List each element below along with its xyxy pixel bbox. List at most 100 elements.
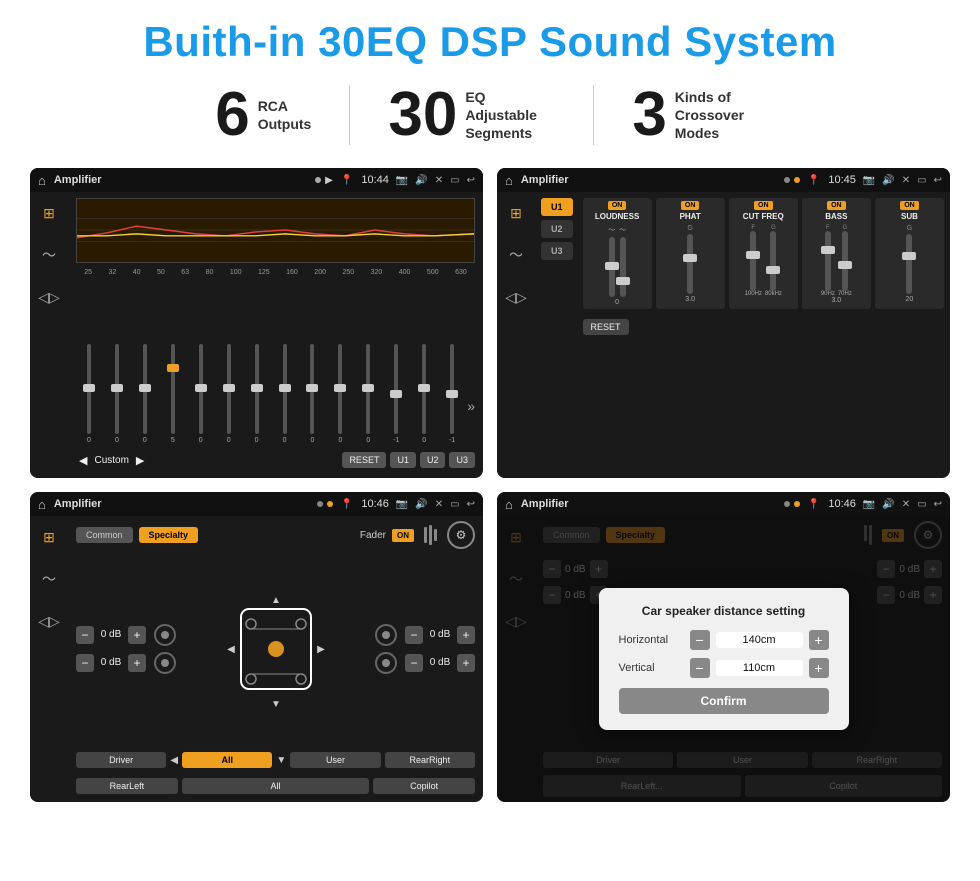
slider-9-value: 0 bbox=[311, 437, 315, 444]
db1-minus-button[interactable]: − bbox=[76, 626, 94, 644]
slider-9-thumb[interactable] bbox=[306, 384, 318, 392]
db1-plus-button[interactable]: + bbox=[128, 626, 146, 644]
eq-prev-button[interactable]: ◀ bbox=[76, 451, 90, 470]
cutfreq-slider2[interactable] bbox=[770, 231, 776, 291]
horizontal-plus-button[interactable]: + bbox=[809, 630, 829, 650]
fader-main-content: Common Specialty Fader ON ⚙ bbox=[68, 516, 483, 802]
slider-7-thumb[interactable] bbox=[251, 384, 263, 392]
slider-14-thumb[interactable] bbox=[446, 390, 458, 398]
bass-thumb1[interactable] bbox=[821, 246, 835, 254]
u2-button[interactable]: U2 bbox=[541, 220, 573, 238]
loudness-thumb2[interactable] bbox=[616, 277, 630, 285]
freq-63: 63 bbox=[181, 269, 189, 276]
db3-plus-button[interactable]: + bbox=[457, 626, 475, 644]
eq-more-button[interactable]: » bbox=[467, 398, 475, 444]
slider-14-track[interactable] bbox=[450, 344, 454, 434]
home-icon-2: ⌂ bbox=[505, 173, 513, 188]
slider-2-thumb[interactable] bbox=[111, 384, 123, 392]
slider-1-thumb[interactable] bbox=[83, 384, 95, 392]
db2-minus-button[interactable]: − bbox=[76, 654, 94, 672]
sidebar-speaker-icon-3[interactable]: ◁▷ bbox=[36, 608, 62, 634]
slider-7: 0 bbox=[244, 344, 270, 444]
cutfreq-thumb1[interactable] bbox=[746, 251, 760, 259]
eq-reset-button[interactable]: RESET bbox=[342, 452, 386, 468]
loudness-slider2[interactable] bbox=[620, 237, 626, 297]
slider-11-thumb[interactable] bbox=[362, 384, 374, 392]
slider-10-thumb[interactable] bbox=[334, 384, 346, 392]
cutfreq-slider1[interactable] bbox=[750, 231, 756, 291]
slider-8-track[interactable] bbox=[283, 344, 287, 434]
slider-10-value: 0 bbox=[338, 437, 342, 444]
driver-button[interactable]: Driver bbox=[76, 752, 166, 768]
speaker-icon-4 bbox=[375, 652, 397, 674]
loudness-slider[interactable] bbox=[609, 237, 615, 297]
copilot-button[interactable]: Copilot bbox=[373, 778, 475, 794]
crossover-screen-content: ⊞ 〜 ◁▷ U1 U2 U3 bbox=[497, 192, 950, 478]
eq-next-button[interactable]: ▶ bbox=[133, 451, 147, 470]
sidebar-speaker-icon[interactable]: ◁▷ bbox=[36, 284, 62, 310]
confirm-button[interactable]: Confirm bbox=[619, 688, 829, 714]
bass-thumb2[interactable] bbox=[838, 261, 852, 269]
vertical-minus-button[interactable]: − bbox=[690, 658, 710, 678]
phat-thumb[interactable] bbox=[683, 254, 697, 262]
all-bottom-button[interactable]: All bbox=[182, 778, 370, 794]
db1-value: 0 dB bbox=[98, 629, 124, 640]
phat-slider[interactable] bbox=[687, 234, 693, 294]
camera-icon: 📷 bbox=[396, 175, 408, 186]
sub-slider[interactable] bbox=[906, 234, 912, 294]
slider-2-track[interactable] bbox=[115, 344, 119, 434]
slider-8-thumb[interactable] bbox=[279, 384, 291, 392]
slider-12-track[interactable] bbox=[394, 344, 398, 434]
eq-u3-button[interactable]: U3 bbox=[449, 452, 475, 468]
slider-5-thumb[interactable] bbox=[195, 384, 207, 392]
sidebar-wave-icon-3[interactable]: 〜 bbox=[36, 566, 62, 592]
sidebar-speaker-icon-2[interactable]: ◁▷ bbox=[503, 284, 529, 310]
horizontal-minus-button[interactable]: − bbox=[690, 630, 710, 650]
u3-button[interactable]: U3 bbox=[541, 242, 573, 260]
eq-u2-button[interactable]: U2 bbox=[420, 452, 446, 468]
slider-1-track[interactable] bbox=[87, 344, 91, 434]
slider-11-track[interactable] bbox=[366, 344, 370, 434]
slider-13-thumb[interactable] bbox=[418, 384, 430, 392]
slider-10-track[interactable] bbox=[338, 344, 342, 434]
sidebar-eq-icon[interactable]: ⊞ bbox=[36, 200, 62, 226]
db4-minus-button[interactable]: − bbox=[405, 654, 423, 672]
eq-u1-button[interactable]: U1 bbox=[390, 452, 416, 468]
slider-4-track[interactable] bbox=[171, 344, 175, 434]
cutfreq-thumb2[interactable] bbox=[766, 266, 780, 274]
bass-slider1[interactable] bbox=[825, 231, 831, 291]
slider-3-track[interactable] bbox=[143, 344, 147, 434]
sidebar-eq-icon-2[interactable]: ⊞ bbox=[503, 200, 529, 226]
db4-plus-button[interactable]: + bbox=[457, 654, 475, 672]
u1-button[interactable]: U1 bbox=[541, 198, 573, 216]
db2-plus-button[interactable]: + bbox=[128, 654, 146, 672]
fader-down-arrow: ▼ bbox=[276, 755, 286, 766]
db3-minus-button[interactable]: − bbox=[405, 626, 423, 644]
sidebar-wave-icon-2[interactable]: 〜 bbox=[503, 242, 529, 268]
slider-7-track[interactable] bbox=[255, 344, 259, 434]
slider-6-track[interactable] bbox=[227, 344, 231, 434]
slider-3-thumb[interactable] bbox=[139, 384, 151, 392]
user-button[interactable]: User bbox=[290, 752, 380, 768]
phat-on-badge: ON bbox=[681, 201, 700, 210]
slider-4-thumb[interactable] bbox=[167, 364, 179, 372]
crossover-reset-button[interactable]: RESET bbox=[583, 319, 629, 335]
all-button[interactable]: All bbox=[182, 752, 272, 768]
vertical-plus-button[interactable]: + bbox=[809, 658, 829, 678]
slider-5-track[interactable] bbox=[199, 344, 203, 434]
loudness-thumb[interactable] bbox=[605, 262, 619, 270]
slider-9-track[interactable] bbox=[310, 344, 314, 434]
slider-6-thumb[interactable] bbox=[223, 384, 235, 392]
specialty-tab[interactable]: Specialty bbox=[139, 527, 199, 543]
bass-slider2[interactable] bbox=[842, 231, 848, 291]
sidebar-eq-icon-3[interactable]: ⊞ bbox=[36, 524, 62, 550]
slider-12-thumb[interactable] bbox=[390, 390, 402, 398]
common-tab[interactable]: Common bbox=[76, 527, 133, 543]
fader-settings-icon[interactable]: ⚙ bbox=[447, 521, 475, 549]
sub-thumb[interactable] bbox=[902, 252, 916, 260]
stats-row: 6 RCAOutputs 30 EQ AdjustableSegments 3 … bbox=[30, 84, 950, 146]
rear-left-button[interactable]: RearLeft bbox=[76, 778, 178, 794]
slider-13-track[interactable] bbox=[422, 344, 426, 434]
sidebar-wave-icon[interactable]: 〜 bbox=[36, 242, 62, 268]
rear-right-button[interactable]: RearRight bbox=[385, 752, 475, 768]
